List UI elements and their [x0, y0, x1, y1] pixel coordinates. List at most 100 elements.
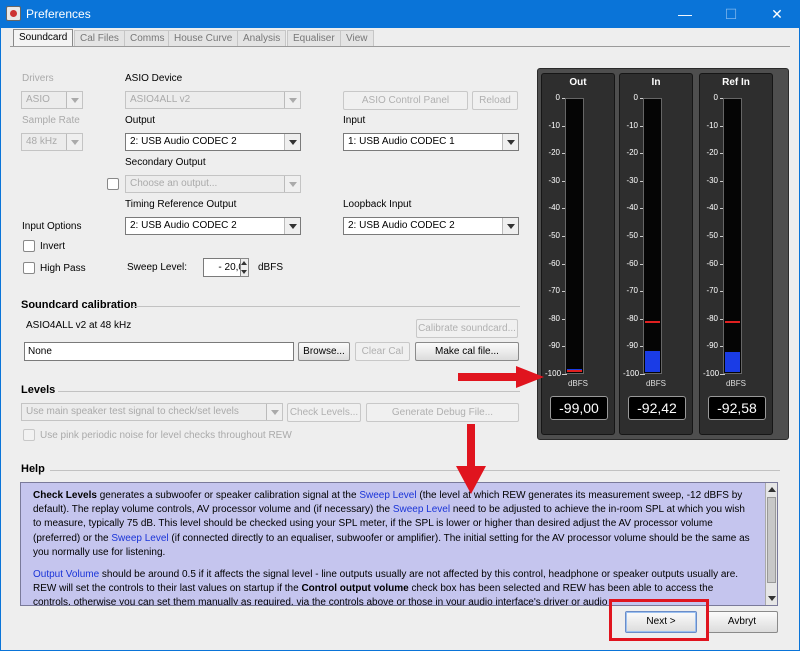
sample-rate-select[interactable]: 48 kHz — [21, 133, 83, 151]
asio-device-label: ASIO Device — [125, 73, 183, 84]
sweep-level-spinner[interactable] — [240, 258, 249, 277]
scroll-down-icon[interactable] — [768, 596, 776, 601]
output-volume-link[interactable]: Output Volume — [33, 569, 99, 580]
chevron-down-icon — [284, 176, 300, 192]
section-divider — [58, 391, 520, 392]
level-meter: In 0 -10 -20 -30 -40 -50 -60 -70 -80 -90 -100 dBFS -9… — [619, 73, 693, 435]
tab-soundcard[interactable]: Soundcard — [13, 29, 74, 47]
meter-tick-label: -30 — [548, 175, 560, 185]
scroll-up-icon[interactable] — [768, 487, 776, 492]
meter-tick-label: -80 — [626, 313, 638, 323]
help-keyword: Check Levels — [33, 490, 97, 501]
loopback-input-label: Loopback Input — [343, 199, 412, 210]
meter-tick-label: -50 — [706, 231, 718, 240]
output-select[interactable]: 2: USB Audio CODEC 2 — [125, 133, 301, 151]
high-pass-label: High Pass — [40, 263, 86, 274]
meter-tick-label: -70 — [548, 286, 560, 296]
chevron-down-icon — [284, 134, 300, 150]
meter-tick-label: -20 — [626, 148, 638, 158]
chevron-down-icon — [66, 134, 82, 150]
meter-title: Ref In — [722, 77, 750, 88]
help-keyword: Control output volume — [301, 583, 409, 595]
meter-tick-label: -70 — [706, 286, 718, 296]
reload-button[interactable]: Reload — [472, 91, 518, 110]
chevron-down-icon — [266, 404, 282, 420]
asio-device-select[interactable]: ASIO4ALL v2 — [125, 91, 301, 109]
timing-reference-select[interactable]: 2: USB Audio CODEC 2 — [125, 217, 301, 235]
meter-tick-label: -90 — [706, 341, 718, 351]
meter-bar — [643, 98, 662, 374]
section-divider — [50, 470, 780, 471]
meter-tick-label: -60 — [626, 258, 638, 268]
browse-button[interactable]: Browse... — [298, 342, 350, 361]
close-button[interactable]: ✕ — [754, 0, 800, 28]
pink-noise-checkbox[interactable] — [23, 429, 35, 441]
tab-analysis[interactable]: Analysis — [237, 30, 287, 47]
meter-tick-label: -10 — [548, 120, 560, 130]
title-bar: Preferences — ☐ ✕ — [0, 0, 800, 28]
meter-tick-label: -80 — [548, 313, 560, 323]
tab-divider — [10, 46, 790, 47]
meter-title: In — [651, 77, 661, 88]
tab-equaliser[interactable]: Equaliser — [287, 30, 341, 47]
meter-tick-label: -60 — [706, 258, 718, 268]
app-icon — [6, 6, 21, 21]
meter-tick-label: -20 — [706, 148, 718, 158]
generate-debug-file-button[interactable]: Generate Debug File... — [366, 403, 519, 422]
input-select[interactable]: 1: USB Audio CODEC 1 — [343, 133, 519, 151]
chevron-down-icon — [284, 218, 300, 234]
clear-cal-button[interactable]: Clear Cal — [355, 342, 410, 361]
asio-control-panel-button[interactable]: ASIO Control Panel — [343, 91, 468, 110]
meter-fill — [645, 351, 660, 372]
secondary-output-select[interactable]: Choose an output... — [125, 175, 301, 193]
chevron-down-icon — [284, 92, 300, 108]
calibrate-soundcard-button[interactable]: Calibrate soundcard... — [416, 319, 518, 338]
meter-tick-label: -20 — [548, 148, 560, 158]
help-text-run: generates a subwoofer or speaker calibra… — [96, 490, 360, 501]
maximize-button[interactable]: ☐ — [708, 0, 754, 28]
check-levels-button[interactable]: Check Levels... — [287, 403, 361, 422]
invert-checkbox[interactable] — [23, 240, 35, 252]
meter-value: -92,58 — [708, 396, 766, 420]
next-button-highlight — [609, 599, 709, 641]
pink-noise-label: Use pink periodic noise for level checks… — [40, 430, 292, 441]
sweep-level-link[interactable]: Sweep Level — [393, 504, 450, 515]
meter-fill — [725, 351, 740, 372]
calibration-section-title: Soundcard calibration — [21, 299, 138, 311]
sweep-level-link[interactable]: Sweep Level — [111, 533, 168, 544]
sweep-level-link[interactable]: Sweep Level — [359, 490, 416, 501]
spinner-up-icon[interactable] — [241, 261, 247, 265]
tab-view[interactable]: View — [340, 30, 374, 47]
cancel-button[interactable]: Avbryt — [706, 611, 778, 633]
make-cal-file-button[interactable]: Make cal file... — [415, 342, 519, 361]
level-signal-select[interactable]: Use main speaker test signal to check/se… — [21, 403, 283, 421]
high-pass-checkbox[interactable] — [23, 262, 35, 274]
secondary-output-checkbox[interactable] — [107, 178, 119, 190]
scroll-thumb[interactable] — [767, 497, 776, 583]
level-meter: Ref In 0 -10 -20 -30 -40 -50 -60 -70 -80 -90 -100 dB… — [699, 73, 773, 435]
minimize-button[interactable]: — — [662, 0, 708, 28]
help-panel: Check Levels generates a subwoofer or sp… — [20, 482, 778, 606]
meter-tick-mark — [640, 374, 645, 375]
tab-comms[interactable]: Comms — [124, 30, 171, 47]
level-meter: Out 0 -10 -20 -30 -40 -50 -60 -70 -80 -90 -100 dBFS -… — [541, 73, 615, 435]
meter-tick-label: -40 — [548, 203, 560, 213]
meter-tick-label: 0 — [713, 93, 718, 102]
help-scrollbar[interactable] — [765, 483, 777, 605]
red-arrow-right-icon — [458, 366, 544, 388]
spinner-down-icon[interactable] — [241, 270, 247, 274]
cal-file-input[interactable]: None — [24, 342, 294, 361]
drivers-select[interactable]: ASIO — [21, 91, 83, 109]
meter-tick-label: -30 — [706, 175, 718, 185]
help-paragraph: Check Levels generates a subwoofer or sp… — [33, 489, 753, 560]
meter-tick-label: -60 — [548, 258, 560, 268]
tab-cal-files[interactable]: Cal Files — [74, 30, 125, 47]
meter-tick-label: -50 — [548, 231, 560, 240]
meter-tick-label: -90 — [548, 341, 560, 351]
tab-house-curve[interactable]: House Curve — [168, 30, 239, 47]
meter-tick-mark — [720, 374, 725, 375]
sweep-level-label: Sweep Level: — [127, 262, 188, 273]
secondary-output-label: Secondary Output — [125, 157, 206, 168]
loopback-input-select[interactable]: 2: USB Audio CODEC 2 — [343, 217, 519, 235]
calibration-info: ASIO4ALL v2 at 48 kHz — [26, 320, 132, 331]
